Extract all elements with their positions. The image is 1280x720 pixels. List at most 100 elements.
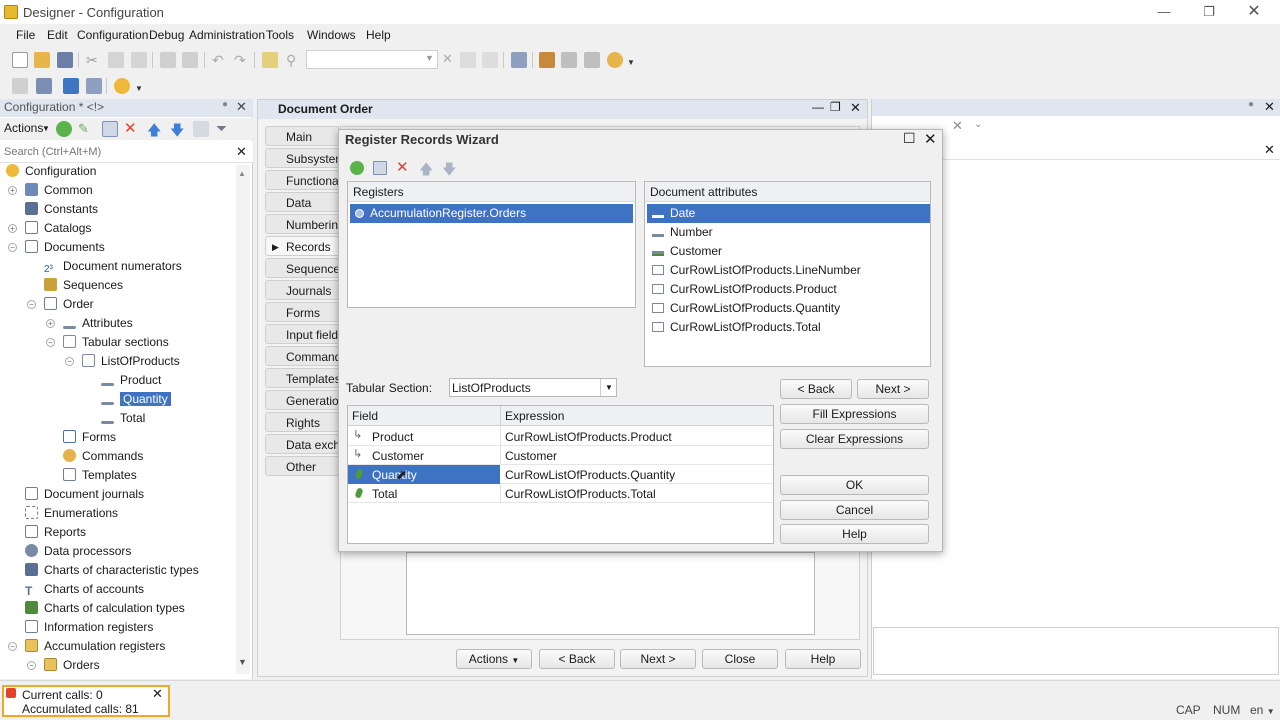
next-button[interactable]: Next >	[620, 649, 696, 669]
menu-configuration[interactable]: Configuration	[77, 28, 148, 42]
clear-search-icon[interactable]: ✕	[442, 51, 453, 67]
restore-icon[interactable]: ❐	[1199, 3, 1219, 21]
chevron-down-icon[interactable]: ▼	[600, 379, 617, 396]
close-icon[interactable]: ✕	[152, 686, 163, 702]
tree-item-forms[interactable]: Forms	[63, 428, 116, 447]
expression-column-header[interactable]: Expression	[505, 409, 564, 423]
expand-icon[interactable]: +	[8, 224, 17, 233]
expand-icon[interactable]: +	[8, 186, 17, 195]
move-up-icon[interactable]: 🡅	[147, 120, 163, 138]
find-next-icon[interactable]	[460, 52, 476, 68]
tree-item-total[interactable]: Total	[101, 409, 145, 428]
cancel-button[interactable]: Cancel	[780, 500, 929, 520]
attribute-row[interactable]: CurRowListOfProducts.Quantity	[647, 299, 930, 318]
tree-item-reports[interactable]: Reports	[25, 523, 86, 542]
register-records-list[interactable]	[406, 552, 815, 635]
database-icon[interactable]	[63, 78, 79, 94]
attribute-row[interactable]: CurRowListOfProducts.LineNumber	[647, 261, 930, 280]
tab-generation[interactable]: Generation	[265, 390, 339, 410]
attribute-row[interactable]: CurRowListOfProducts.Total	[647, 318, 930, 337]
tree-item-attributes[interactable]: Attributes	[63, 314, 133, 333]
open-icon[interactable]	[34, 52, 50, 68]
tab-commands[interactable]: Commands	[265, 346, 339, 366]
chevron-down-icon[interactable]: ▼	[627, 58, 635, 67]
clear-filter-icon[interactable]: ✕	[952, 118, 963, 134]
tab-rights[interactable]: Rights	[265, 412, 339, 432]
collapse-icon[interactable]: −	[65, 357, 74, 366]
tree-item-document-numerators[interactable]: 2³ Document numerators	[44, 257, 182, 276]
collapse-icon[interactable]: −	[27, 661, 36, 670]
syntax-assistant-icon[interactable]	[539, 52, 555, 68]
collapse-icon[interactable]: −	[8, 243, 17, 252]
move-down-icon[interactable]: 🡇	[442, 159, 456, 183]
minimize-icon[interactable]: —	[1154, 3, 1174, 21]
tab-subsystems[interactable]: Subsystems	[265, 148, 339, 168]
tree-item-sequences[interactable]: Sequences	[44, 276, 123, 295]
menu-windows[interactable]: Windows	[307, 28, 356, 42]
move-down-icon[interactable]: 🡇	[170, 120, 186, 138]
print-preview-icon[interactable]	[182, 52, 198, 68]
query-wizard-icon[interactable]	[561, 52, 577, 68]
tab-records[interactable]: ▶ Records	[265, 236, 339, 256]
tab-numbering[interactable]: Numbering	[265, 214, 339, 234]
chevron-down-icon[interactable]: ▼	[425, 53, 434, 63]
menu-edit[interactable]: Edit	[47, 28, 68, 42]
minimize-icon[interactable]: —	[812, 100, 824, 114]
close-button[interactable]: Close	[702, 649, 778, 669]
tree-item-common[interactable]: Common	[25, 181, 93, 200]
actions-menu[interactable]: Actions	[4, 121, 43, 135]
tree-search-input[interactable]	[2, 143, 230, 161]
tree-item-listofproducts[interactable]: ListOfProducts	[82, 352, 180, 371]
tree-item-order[interactable]: Order	[44, 295, 94, 314]
scroll-up-icon[interactable]: ▲	[238, 169, 246, 178]
menu-help[interactable]: Help	[366, 28, 391, 42]
tree-item-enumerations[interactable]: Enumerations	[25, 504, 118, 523]
search-icon[interactable]: ⚲	[286, 52, 302, 68]
tree-item-accumulation-registers[interactable]: Accumulation registers	[25, 637, 165, 656]
tree-item-charts-characteristic[interactable]: Charts of characteristic types	[25, 561, 199, 580]
copy-register-icon[interactable]	[373, 161, 387, 175]
tab-functional[interactable]: Functional	[265, 170, 339, 190]
tree-item-document-journals[interactable]: Document journals	[25, 485, 144, 504]
tab-journals[interactable]: Journals	[265, 280, 339, 300]
menu-tools[interactable]: Tools	[266, 28, 294, 42]
menu-file[interactable]: File	[16, 28, 35, 42]
cut-icon[interactable]: ✂	[86, 52, 102, 68]
tab-sequences[interactable]: Sequences	[265, 258, 339, 278]
language-indicator[interactable]: en ▼	[1250, 703, 1275, 717]
form-wizard-icon[interactable]	[584, 52, 600, 68]
pin-icon[interactable]: ●	[222, 99, 228, 110]
copy-icon[interactable]	[108, 52, 124, 68]
add-icon[interactable]	[56, 121, 72, 137]
wizard-help-button[interactable]: Help	[780, 524, 929, 544]
tree-item-charts-accounts[interactable]: T Charts of accounts	[25, 580, 144, 599]
move-up-icon[interactable]: 🡅	[419, 159, 433, 183]
tree-item-product[interactable]: Product	[101, 371, 161, 390]
help-button[interactable]: Help	[785, 649, 861, 669]
delete-icon[interactable]: ✕	[124, 119, 140, 137]
chevron-down-icon[interactable]: ⌄	[974, 119, 982, 130]
sort-icon[interactable]	[193, 121, 209, 137]
chevron-down-icon[interactable]: ▼	[135, 84, 143, 93]
collapse-icon[interactable]: −	[46, 338, 55, 347]
toolbar-disabled-icon[interactable]	[12, 78, 28, 94]
close-icon[interactable]: ✕	[1244, 3, 1264, 21]
maximize-icon[interactable]: ☐	[903, 130, 916, 147]
wizard-next-button[interactable]: Next >	[857, 379, 929, 399]
close-panel-icon[interactable]: ✕	[236, 99, 247, 115]
configuration-tree-icon[interactable]	[36, 78, 52, 94]
tree-scrollbar[interactable]: ▲ ▼	[236, 165, 250, 674]
tree-item-catalogs[interactable]: Catalogs	[25, 219, 91, 238]
expression-cell[interactable]: CurRowListOfProducts.Product	[505, 430, 672, 444]
table-icon[interactable]	[86, 78, 102, 94]
attribute-row[interactable]: CurRowListOfProducts.Product	[647, 280, 930, 299]
tab-data[interactable]: Data	[265, 192, 339, 212]
collapse-icon[interactable]: −	[27, 300, 36, 309]
attribute-row[interactable]: Number	[647, 223, 930, 242]
field-column-header[interactable]: Field	[352, 409, 378, 423]
tree-item-constants[interactable]: Constants	[25, 200, 98, 219]
restore-icon[interactable]: ❐	[830, 100, 841, 114]
menu-debug[interactable]: Debug	[149, 28, 184, 42]
pin-icon[interactable]: ●	[1248, 99, 1254, 110]
close-panel-icon[interactable]: ✕	[1264, 99, 1275, 115]
